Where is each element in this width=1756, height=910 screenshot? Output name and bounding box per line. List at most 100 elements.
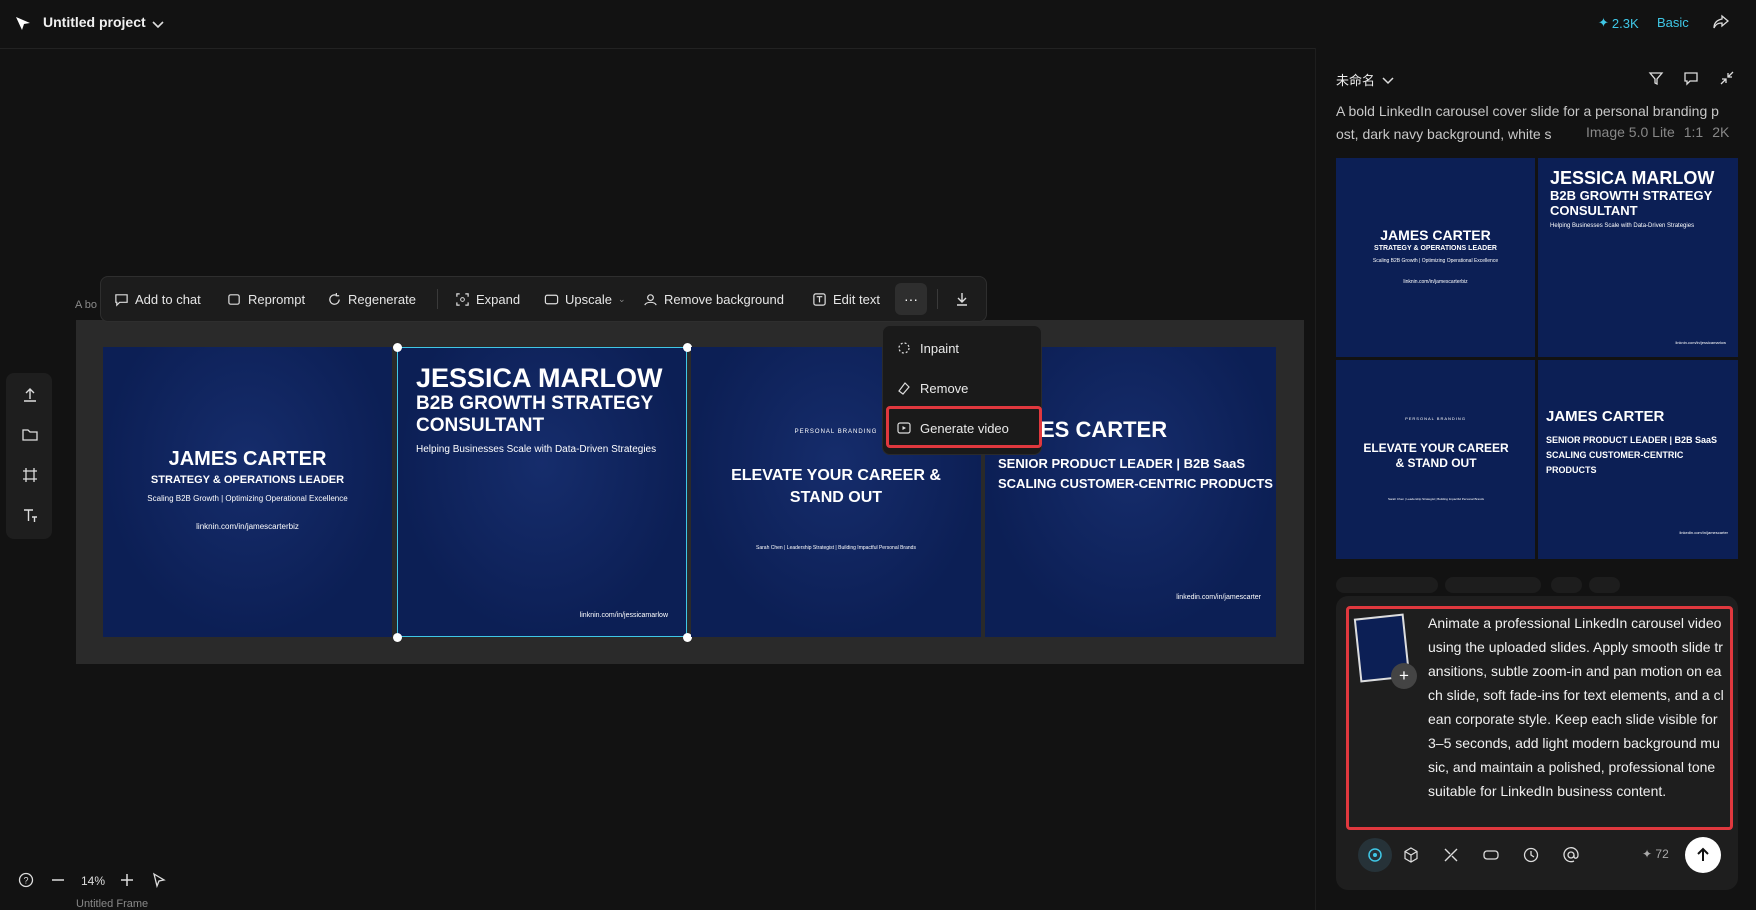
credits-badge[interactable]: ✦ 2.3K: [1598, 15, 1639, 31]
divider: [937, 289, 938, 309]
generation-meta: Image 5.0 Lite 1:1 2K: [1580, 124, 1730, 140]
slide-subtitle: Helping Businesses Scale with Data-Drive…: [416, 444, 657, 455]
remove-label: Remove: [920, 380, 969, 396]
reprompt-button[interactable]: Reprompt: [227, 277, 305, 321]
chevron-down-icon: [1382, 76, 1394, 84]
text-box-icon: [813, 292, 826, 306]
cursor-icon[interactable]: [151, 872, 167, 888]
slide-link: linknin.com/in/jamescarterbiz: [196, 522, 299, 531]
resize-handle[interactable]: [393, 343, 402, 352]
zoom-level[interactable]: 14%: [81, 874, 105, 888]
result-thumbnail-3[interactable]: PERSONAL BRANDING ELEVATE YOUR CAREER & …: [1336, 360, 1535, 559]
inpaint-label: Inpaint: [920, 340, 960, 356]
text-tool-icon[interactable]: [21, 506, 39, 524]
eraser-icon: [898, 382, 910, 395]
thumb-subtitle: Helping Businesses Scale with Data-Drive…: [1550, 223, 1695, 229]
action-chip[interactable]: [1551, 577, 1582, 593]
chat-plus-icon: [115, 293, 128, 307]
frame-icon[interactable]: [21, 466, 39, 484]
remove-background-label: Remove background: [664, 291, 784, 307]
add-to-chat-button[interactable]: Add to chat: [114, 277, 201, 321]
divider: [437, 289, 438, 309]
mention-icon[interactable]: [1562, 846, 1580, 864]
resize-handle[interactable]: [393, 633, 402, 642]
remove-background-button[interactable]: Remove background: [643, 277, 784, 321]
highlight-box: [886, 406, 1042, 448]
collapse-icon[interactable]: [1719, 70, 1735, 86]
thumb-title-2: SCALING CUSTOMER-CENTRIC PRODUCTS: [1546, 450, 1684, 475]
chevron-down-icon[interactable]: [150, 16, 166, 32]
slide-title-2: SCALING CUSTOMER-CENTRIC PRODUCTS: [998, 476, 1273, 491]
edit-text-label: Edit text: [833, 291, 880, 307]
result-thumbnail-2[interactable]: JESSICA MARLOW B2B GROWTH STRATEGY CONSU…: [1538, 158, 1738, 357]
conversation-title[interactable]: 未命名: [1336, 70, 1395, 89]
result-thumbnail-1[interactable]: JAMES CARTER STRATEGY & OPERATIONS LEADE…: [1336, 158, 1535, 357]
slide-title: STRATEGY & OPERATIONS LEADER: [150, 474, 345, 486]
slide-1[interactable]: JAMES CARTER STRATEGY & OPERATIONS LEADE…: [103, 347, 392, 637]
slide-2-selected[interactable]: JESSICA MARLOW B2B GROWTH STRATEGY CONSU…: [397, 347, 687, 637]
slide-link: linkedin.com/in/jamescarter: [1176, 594, 1261, 601]
aspect-ratio: 1:1: [1683, 124, 1704, 140]
agent-icon: [1368, 848, 1382, 862]
menu-item-inpaint[interactable]: Inpaint: [897, 336, 959, 360]
image-toolbar: Add to chat Reprompt Regenerate Expand U…: [100, 276, 987, 322]
share-icon[interactable]: [1712, 13, 1730, 31]
edit-text-button[interactable]: Edit text: [812, 277, 880, 321]
menu-item-remove[interactable]: Remove: [897, 376, 968, 400]
project-title[interactable]: Untitled project: [43, 14, 146, 30]
thumb-link: linknin.com/in/jessicamarlow: [1675, 340, 1726, 345]
comment-icon[interactable]: [1683, 70, 1699, 86]
slide-name: ES CARTER: [1040, 417, 1168, 442]
more-icon: ···: [904, 291, 918, 307]
download-icon[interactable]: [954, 291, 970, 307]
plan-badge[interactable]: Basic: [1657, 15, 1689, 30]
thumb-credit: Sarah Chen | Leadership Strategist | Bui…: [1388, 497, 1484, 501]
expand-label: Expand: [476, 291, 521, 307]
upscale-label: Upscale: [565, 291, 612, 307]
action-chip[interactable]: [1589, 577, 1620, 593]
logo-icon[interactable]: [14, 14, 32, 32]
zoom-in-icon[interactable]: [119, 872, 135, 888]
thumb-title: STRATEGY & OPERATIONS LEADER: [1374, 245, 1497, 252]
inpaint-icon: [898, 342, 910, 354]
clock-icon[interactable]: [1522, 846, 1540, 864]
help-icon[interactable]: ?: [18, 872, 34, 888]
upload-icon[interactable]: [21, 386, 39, 404]
thumb-link: linknin.com/in/jamescarterbiz: [1403, 279, 1468, 285]
model-name: Image 5.0 Lite: [1586, 124, 1675, 140]
thumb-link: linkedin.com/in/jamescarter: [1679, 530, 1728, 535]
action-chip[interactable]: [1336, 577, 1438, 593]
reprompt-label: Reprompt: [248, 291, 306, 307]
slide-title: B2B GROWTH STRATEGY CONSULTANT: [416, 393, 653, 436]
thumb-name: JAMES CARTER: [1546, 408, 1665, 425]
expand-icon: [456, 292, 469, 306]
result-thumbnail-4[interactable]: JAMES CARTER SENIOR PRODUCT LEADER | B2B…: [1538, 360, 1738, 559]
action-chip[interactable]: [1445, 577, 1541, 593]
aspect-ratio-icon[interactable]: [1482, 846, 1500, 864]
slide-title: SENIOR PRODUCT LEADER | B2B SaaS: [998, 456, 1246, 471]
thumb-name: JAMES CARTER: [1380, 227, 1491, 243]
upscale-button[interactable]: Upscale ⌄: [544, 277, 626, 321]
refresh-icon: [329, 292, 340, 305]
slide-name: JESSICA MARLOW: [416, 363, 663, 393]
chat-credits: ✦ 72: [1642, 847, 1669, 861]
folder-icon[interactable]: [21, 426, 39, 444]
expand-button[interactable]: Expand: [455, 277, 520, 321]
chevron-down-icon: ⌄: [617, 293, 626, 304]
regenerate-button[interactable]: Regenerate: [327, 277, 416, 321]
slide-headline: ELEVATE YOUR CAREER & STAND OUT: [731, 467, 941, 506]
zoom-out-icon[interactable]: [50, 872, 66, 888]
thumb-title: B2B GROWTH STRATEGY CONSULTANT: [1550, 188, 1713, 218]
send-button[interactable]: [1685, 837, 1721, 873]
filter-icon[interactable]: [1648, 70, 1664, 86]
regenerate-label: Regenerate: [348, 291, 416, 307]
cube-icon[interactable]: [1402, 846, 1420, 864]
more-button[interactable]: ···: [895, 283, 927, 315]
chat-credits-value: 72: [1655, 847, 1669, 861]
highlight-box: [1346, 606, 1733, 830]
thumb-headline: ELEVATE YOUR CAREER & STAND OUT: [1363, 441, 1509, 470]
credits-value: 2.3K: [1611, 15, 1639, 31]
tools-icon[interactable]: [1442, 846, 1460, 864]
thumb-name: JESSICA MARLOW: [1550, 168, 1715, 188]
person-icon: [644, 293, 657, 305]
